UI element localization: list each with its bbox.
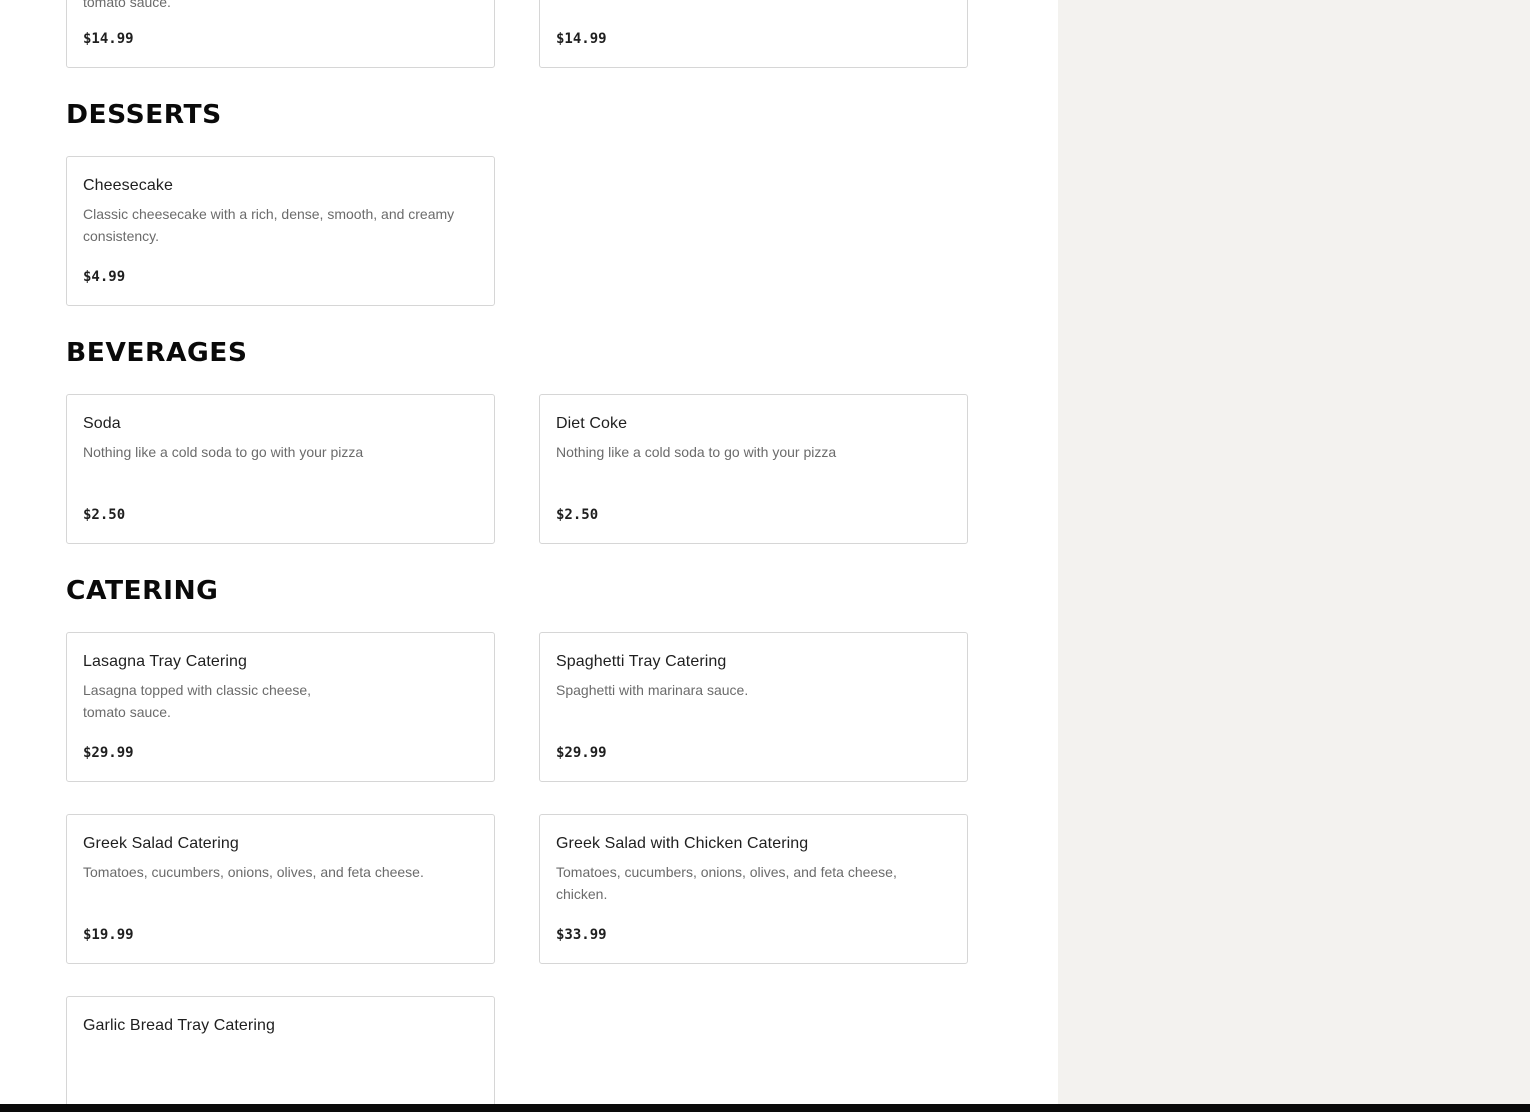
menu-item-cheesecake[interactable]: Cheesecake Classic cheesecake with a ric… xyxy=(66,156,495,306)
item-description: Spaghetti with marinara sauce. xyxy=(556,682,749,698)
menu-item-soda[interactable]: Soda Nothing like a cold soda to go with… xyxy=(66,394,495,544)
item-price: $19.99 xyxy=(83,927,134,943)
menu-item-card[interactable]: tomato sauce. $14.99 xyxy=(66,0,495,68)
item-name: Greek Salad with Chicken Catering xyxy=(556,835,809,852)
item-price: $14.99 xyxy=(556,31,607,47)
menu-list: tomato sauce. $14.99 $14.99 DESSERTS Che… xyxy=(0,0,1058,1112)
item-name: Diet Coke xyxy=(556,415,628,432)
item-description-line: Lasagna topped with classic cheese, xyxy=(83,682,312,698)
menu-item-garlic-bread-tray-catering[interactable]: Garlic Bread Tray Catering xyxy=(66,996,495,1112)
page: tomato sauce. $14.99 $14.99 DESSERTS Che… xyxy=(0,0,1530,1112)
item-name: Cheesecake xyxy=(83,177,173,194)
item-name: Greek Salad Catering xyxy=(83,835,239,852)
item-price: $29.99 xyxy=(83,745,134,761)
menu-item-greek-salad-catering[interactable]: Greek Salad Catering Tomatoes, cucumbers… xyxy=(66,814,495,964)
menu-item-spaghetti-tray-catering[interactable]: Spaghetti Tray Catering Spaghetti with m… xyxy=(539,632,968,782)
item-price: $2.50 xyxy=(556,507,599,523)
menu-item-lasagna-tray-catering[interactable]: Lasagna Tray Catering Lasagna topped wit… xyxy=(66,632,495,782)
item-description: Lasagna topped with classic cheese, toma… xyxy=(83,679,478,723)
menu-item-card[interactable]: $14.99 xyxy=(539,0,968,68)
item-price: $33.99 xyxy=(556,927,607,943)
section-title-beverages: BEVERAGES xyxy=(66,338,248,368)
section-title-desserts: DESSERTS xyxy=(66,100,222,130)
item-description: Nothing like a cold soda to go with your… xyxy=(556,444,837,460)
item-price: $14.99 xyxy=(83,31,134,47)
item-description: Nothing like a cold soda to go with your… xyxy=(83,444,364,460)
menu-item-greek-salad-chicken-catering[interactable]: Greek Salad with Chicken Catering Tomato… xyxy=(539,814,968,964)
section-title-catering: CATERING xyxy=(66,576,219,606)
item-name: Garlic Bread Tray Catering xyxy=(83,1017,276,1034)
item-name: Spaghetti Tray Catering xyxy=(556,653,727,670)
item-price: $4.99 xyxy=(83,269,126,285)
item-price: $29.99 xyxy=(556,745,607,761)
item-name: Lasagna Tray Catering xyxy=(83,653,247,670)
item-description: tomato sauce. xyxy=(83,0,171,10)
item-description-line: tomato sauce. xyxy=(83,704,171,720)
side-panel xyxy=(1058,0,1530,1112)
item-description: Tomatoes, cucumbers, onions, olives, and… xyxy=(83,864,424,880)
bottom-bar xyxy=(0,1104,1530,1112)
item-price: $2.50 xyxy=(83,507,126,523)
menu-item-diet-coke[interactable]: Diet Coke Nothing like a cold soda to go… xyxy=(539,394,968,544)
item-description: Classic cheesecake with a rich, dense, s… xyxy=(83,206,455,244)
item-name: Soda xyxy=(83,415,121,432)
item-description: Tomatoes, cucumbers, onions, olives, and… xyxy=(556,864,897,902)
